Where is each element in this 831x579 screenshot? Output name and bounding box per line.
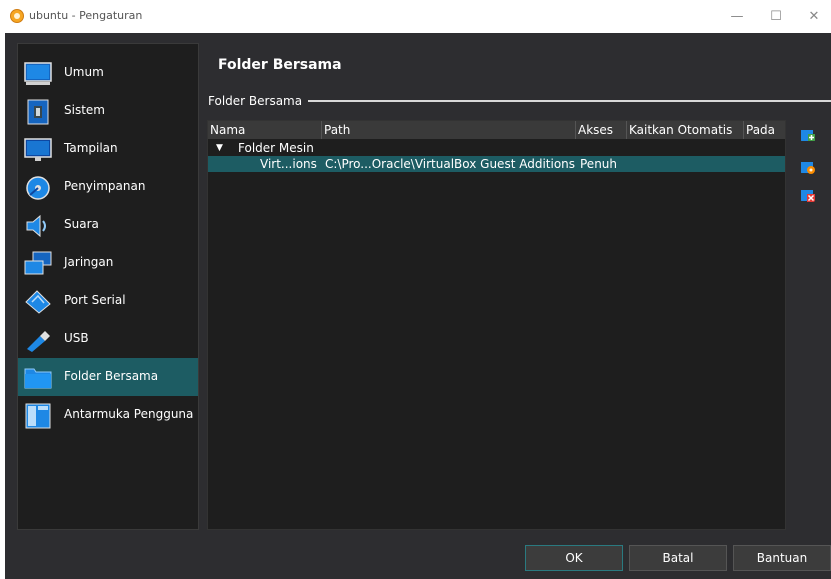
remove-shared-folder-icon[interactable] [801, 188, 815, 202]
sidebar-item-jaringan[interactable]: Jaringan [18, 244, 198, 282]
sidebar-item-label: USB [64, 331, 89, 345]
sidebar-item-label: Suara [64, 217, 99, 231]
sidebar-item-label: Port Serial [64, 293, 126, 307]
cell-name: Virt...ions [260, 157, 317, 171]
page-title: Folder Bersama [218, 57, 342, 73]
column-header-akses[interactable]: Akses [576, 121, 627, 139]
user-interface-icon [25, 403, 51, 429]
speaker-icon [26, 214, 46, 238]
table-header: Nama Path Akses Kaitkan Otomatis Pada [208, 121, 785, 139]
sidebar-item-label: Folder Bersama [64, 369, 159, 383]
title-bar: ubuntu - Pengaturan — ☐ ✕ [0, 0, 831, 33]
group-label-folder-mesin: Folder Mesin [238, 141, 314, 155]
sidebar-item-label: Umum [64, 65, 104, 79]
column-header-pada[interactable]: Pada [744, 121, 785, 139]
chip-icon [27, 99, 49, 125]
table-row[interactable]: Virt...ions C:\Pro...Oracle\VirtualBox G… [208, 156, 785, 172]
maximize-button[interactable]: ☐ [766, 7, 786, 27]
usb-icon [27, 331, 50, 352]
window-title: ubuntu - Pengaturan [29, 9, 143, 22]
display-icon [24, 138, 52, 161]
sidebar-item-usb[interactable]: USB [18, 320, 198, 358]
group-divider [308, 100, 831, 102]
minimize-button[interactable]: — [727, 7, 747, 27]
sidebar-item-tampilan[interactable]: Tampilan [18, 130, 198, 168]
monitor-icon [24, 62, 52, 85]
cell-access: Penuh [580, 157, 618, 171]
dialog-body: Umum Sistem Tampilan Penyimpanan Suara J… [5, 33, 831, 579]
sidebar-item-folder-bersama[interactable]: Folder Bersama [18, 358, 198, 396]
serial-port-icon [25, 290, 51, 314]
edit-shared-folder-icon[interactable] [801, 160, 815, 174]
sidebar-item-label: Antarmuka Pengguna [64, 407, 194, 421]
sidebar-item-suara[interactable]: Suara [18, 206, 198, 244]
sidebar-item-sistem[interactable]: Sistem [18, 92, 198, 130]
column-header-path[interactable]: Path [322, 121, 576, 139]
shared-folder-icon [24, 368, 52, 389]
shared-folders-table[interactable]: Nama Path Akses Kaitkan Otomatis Pada ▼ … [207, 120, 786, 530]
virtualbox-app-icon [10, 9, 24, 23]
column-header-kaitkan-otomatis[interactable]: Kaitkan Otomatis [627, 121, 744, 139]
help-button[interactable]: Bantuan [733, 545, 831, 571]
sidebar-item-label: Jaringan [64, 255, 114, 269]
sidebar-item-port-serial[interactable]: Port Serial [18, 282, 198, 320]
sidebar-item-penyimpanan[interactable]: Penyimpanan [18, 168, 198, 206]
cell-path: C:\Pro...Oracle\VirtualBox Guest Additio… [325, 157, 576, 171]
cancel-button[interactable]: Batal [629, 545, 727, 571]
add-shared-folder-icon[interactable] [801, 128, 815, 142]
sidebar-item-umum[interactable]: Umum [18, 54, 198, 92]
sidebar-item-label: Sistem [64, 103, 105, 117]
network-icon [24, 251, 52, 275]
table-group-row[interactable]: ▼ Folder Mesin [208, 140, 785, 156]
settings-sidebar: Umum Sistem Tampilan Penyimpanan Suara J… [17, 43, 199, 530]
close-button[interactable]: ✕ [804, 7, 824, 27]
ok-button[interactable]: OK [525, 545, 623, 571]
group-label: Folder Bersama [208, 94, 303, 108]
sidebar-item-label: Penyimpanan [64, 179, 146, 193]
expand-arrow-icon[interactable]: ▼ [216, 140, 223, 156]
sidebar-item-antarmuka-pengguna[interactable]: Antarmuka Pengguna [18, 396, 198, 434]
sidebar-item-label: Tampilan [64, 141, 118, 155]
disk-icon [26, 176, 50, 200]
column-header-nama[interactable]: Nama [208, 121, 322, 139]
